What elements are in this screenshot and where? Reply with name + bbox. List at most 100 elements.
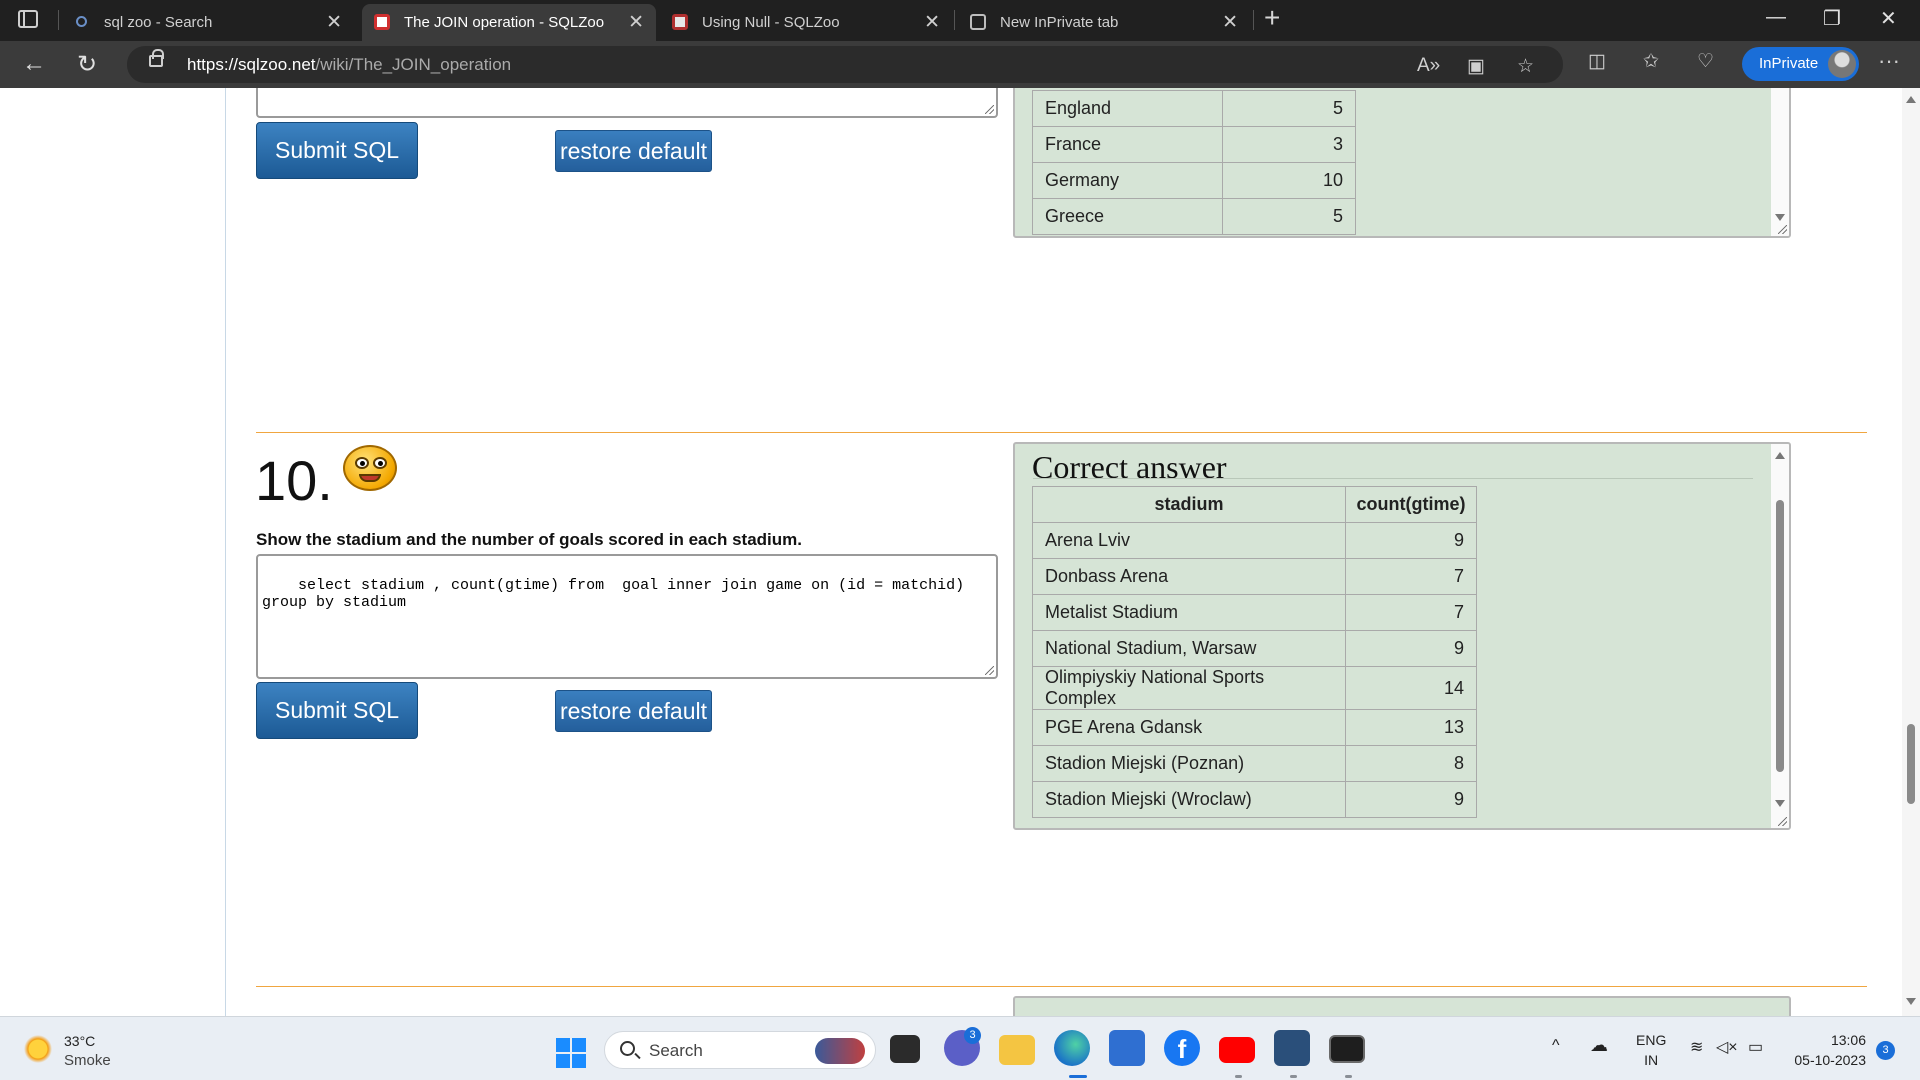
mysql-workbench-icon[interactable]: [1274, 1030, 1310, 1066]
page-scrollbar-thumb[interactable]: [1907, 724, 1915, 804]
speaker-muted-icon[interactable]: ◁×: [1716, 1037, 1738, 1057]
table-header-row: stadium count(gtime): [1032, 486, 1477, 523]
table-row: France 3: [1032, 126, 1356, 163]
task-view-icon[interactable]: [890, 1035, 920, 1063]
sql-editor-previous[interactable]: [256, 88, 998, 118]
close-window-icon[interactable]: ✕: [1880, 6, 1897, 31]
close-icon[interactable]: ✕: [326, 11, 342, 34]
table-cell: 5: [1222, 90, 1356, 127]
immersive-reader-icon[interactable]: ▣: [1467, 55, 1485, 78]
scrollbar-thumb[interactable]: [1776, 500, 1784, 772]
inprivate-button[interactable]: InPrivate: [1742, 47, 1859, 81]
inprivate-label: InPrivate: [1759, 55, 1819, 72]
table-cell: Olimpiyskiy National Sports Complex: [1032, 666, 1346, 710]
table-cell: National Stadium, Warsaw: [1032, 630, 1346, 667]
close-icon[interactable]: ✕: [1222, 11, 1238, 34]
notification-badge[interactable]: 3: [1876, 1041, 1895, 1060]
refresh-icon[interactable]: ↻: [77, 50, 97, 79]
scroll-down-icon[interactable]: [1775, 800, 1785, 807]
resize-grip-icon[interactable]: [985, 666, 994, 675]
table-cell: PGE Arena Gdansk: [1032, 709, 1346, 746]
language-code: ENG: [1636, 1032, 1667, 1048]
table-row: Stadion Miejski (Poznan) 8: [1032, 745, 1477, 782]
weather-icon[interactable]: [24, 1035, 52, 1063]
clock[interactable]: 13:06 05-10-2023: [1788, 1032, 1866, 1068]
sql-editor[interactable]: select stadium , count(gtime) from goal …: [256, 554, 998, 679]
favorite-star-icon[interactable]: ☆: [1517, 55, 1534, 78]
tab-sql-zoo-search[interactable]: sql zoo - Search ✕: [62, 4, 354, 41]
close-icon[interactable]: ✕: [628, 11, 644, 34]
store-icon[interactable]: [1109, 1030, 1145, 1066]
scroll-down-icon[interactable]: [1906, 998, 1916, 1005]
tab-label: New InPrivate tab: [1000, 14, 1119, 31]
read-aloud-icon[interactable]: A»: [1417, 55, 1440, 77]
url-text[interactable]: https://sqlzoo.net/wiki/The_JOIN_operati…: [187, 55, 511, 75]
new-tab-icon[interactable]: +: [1264, 2, 1280, 34]
resize-grip-icon[interactable]: [985, 105, 994, 114]
tab-new-inprivate[interactable]: New InPrivate tab ✕: [958, 4, 1250, 41]
page-scrollbar[interactable]: [1902, 88, 1920, 1016]
tab-join-operation[interactable]: The JOIN operation - SQLZoo ✕: [362, 4, 656, 41]
table-row: Donbass Arena 7: [1032, 558, 1477, 595]
restore-default-button[interactable]: restore default: [555, 690, 712, 732]
terminal-icon[interactable]: [1329, 1035, 1365, 1063]
edge-icon[interactable]: [1054, 1030, 1090, 1066]
lock-icon[interactable]: [149, 49, 164, 67]
table-cell: 3: [1222, 126, 1356, 163]
tab-using-null[interactable]: Using Null - SQLZoo ✕: [660, 4, 952, 41]
favorites-icon[interactable]: ✩: [1643, 50, 1659, 73]
resize-grip-icon[interactable]: [1778, 817, 1787, 826]
question-number: 10.: [255, 449, 333, 512]
table-row: Germany 10: [1032, 162, 1356, 199]
restore-window-icon[interactable]: ❐: [1823, 6, 1841, 31]
answer-scrollbar[interactable]: [1771, 88, 1789, 236]
battery-icon[interactable]: ▭: [1748, 1037, 1763, 1057]
scroll-down-icon[interactable]: [1775, 214, 1785, 221]
sqlzoo-icon: [374, 14, 390, 30]
split-screen-icon[interactable]: ◫: [1588, 50, 1606, 73]
weather-condition[interactable]: Smoke: [64, 1052, 111, 1069]
onedrive-icon[interactable]: ☁: [1590, 1035, 1608, 1056]
language-indicator[interactable]: ENG IN: [1636, 1032, 1666, 1068]
next-answer-box: [1013, 996, 1791, 1016]
restore-default-button-previous[interactable]: restore default: [555, 130, 712, 172]
table-cell: 14: [1345, 666, 1477, 710]
table-cell: 9: [1345, 630, 1477, 667]
answer-scrollbar[interactable]: [1771, 444, 1789, 828]
table-cell: Arena Lviv: [1032, 522, 1346, 559]
submit-sql-button-previous[interactable]: Submit SQL: [256, 122, 418, 179]
active-indicator: [1069, 1075, 1087, 1078]
table-cell: Greece: [1032, 198, 1223, 235]
scroll-up-icon[interactable]: [1775, 452, 1785, 459]
file-explorer-icon[interactable]: [999, 1035, 1035, 1065]
minimize-icon[interactable]: —: [1766, 6, 1786, 29]
weather-temperature[interactable]: 33°C: [64, 1033, 95, 1049]
smiley-eye: [355, 457, 369, 469]
back-icon[interactable]: ←: [22, 50, 46, 78]
taskbar-search[interactable]: Search: [604, 1031, 876, 1069]
close-icon[interactable]: ✕: [924, 11, 940, 34]
column-header-stadium: stadium: [1032, 486, 1346, 523]
address-bar[interactable]: https://sqlzoo.net/wiki/The_JOIN_operati…: [127, 46, 1563, 83]
table-cell: 5: [1222, 198, 1356, 235]
submit-sql-button[interactable]: Submit SQL: [256, 682, 418, 739]
youtube-icon[interactable]: [1219, 1037, 1255, 1063]
smiley-icon: [343, 445, 397, 491]
table-row: Stadion Miejski (Wroclaw) 9: [1032, 781, 1477, 818]
search-placeholder: Search: [649, 1041, 703, 1060]
wifi-icon[interactable]: ≋: [1690, 1037, 1703, 1057]
sql-code[interactable]: select stadium , count(gtime) from goal …: [262, 577, 964, 611]
start-icon[interactable]: [556, 1038, 586, 1068]
scroll-up-icon[interactable]: [1906, 96, 1916, 103]
tab-separator: [954, 10, 955, 30]
tab-actions-icon[interactable]: [18, 10, 38, 28]
table-cell: England: [1032, 90, 1223, 127]
table-cell: 9: [1345, 781, 1477, 818]
chevron-up-icon[interactable]: ^: [1552, 1037, 1560, 1055]
page-viewport: Submit SQL restore default England 5 Fra…: [0, 88, 1920, 1016]
resize-grip-icon[interactable]: [1778, 225, 1787, 234]
more-options-icon[interactable]: ···: [1878, 48, 1900, 74]
table-cell: 7: [1345, 558, 1477, 595]
facebook-icon[interactable]: f: [1164, 1030, 1200, 1066]
browser-essentials-icon[interactable]: ♡: [1697, 50, 1714, 73]
